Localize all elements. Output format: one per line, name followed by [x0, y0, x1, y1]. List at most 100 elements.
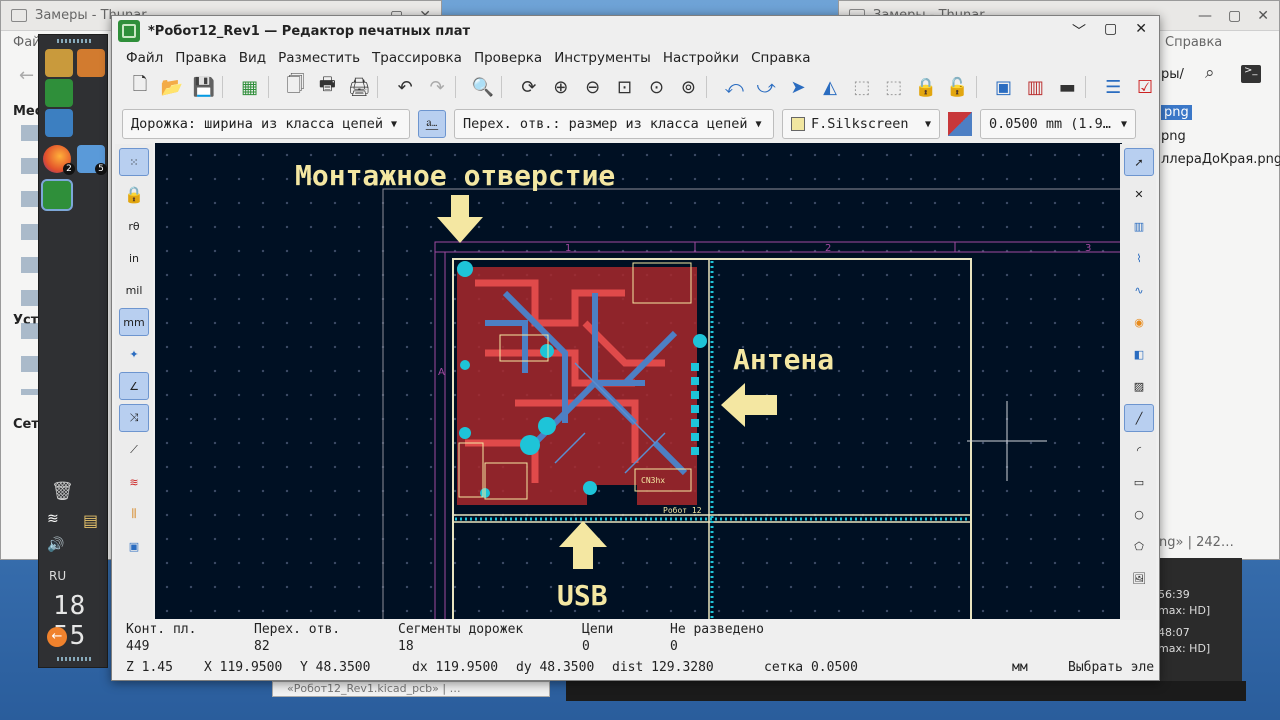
window-titlebar[interactable]: *Робот12_Rev1 — Редактор печатных плат ﹀…: [112, 16, 1159, 46]
rotate-ccw-icon[interactable]: ⤺: [720, 73, 748, 101]
rotate-cw-icon[interactable]: ⤻: [752, 73, 780, 101]
menu-preferences[interactable]: Настройки: [657, 50, 745, 66]
terminal-icon[interactable]: [45, 109, 73, 137]
close-button[interactable]: ✕: [1135, 21, 1147, 41]
home-icon[interactable]: [77, 49, 105, 77]
add-via-icon[interactable]: ◉: [1124, 308, 1154, 336]
find-icon[interactable]: 🔍: [469, 73, 497, 101]
redo-icon[interactable]: ↷: [423, 73, 451, 101]
appearance-panel-icon[interactable]: ▣: [119, 532, 149, 560]
mirror-icon[interactable]: ◭: [816, 73, 844, 101]
grid-toggle-icon[interactable]: ⁙: [119, 148, 149, 176]
net-colors-icon[interactable]: ≋: [119, 468, 149, 496]
wifi-icon[interactable]: ≋: [47, 511, 59, 527]
units-mil-button[interactable]: mil: [119, 276, 149, 304]
layer-pair-icon[interactable]: [948, 112, 972, 136]
grid-select[interactable]: 0.0500 mm (1.9… ▼: [980, 109, 1136, 139]
menu-tools[interactable]: Инструменты: [548, 50, 657, 66]
menu-inspect[interactable]: Проверка: [468, 50, 548, 66]
bg-right-path[interactable]: ры/: [1161, 67, 1184, 82]
add-footprint-icon[interactable]: ▥: [1124, 212, 1154, 240]
drc-icon[interactable]: ▣: [990, 73, 1018, 101]
bg-right-file-1[interactable]: png: [1161, 105, 1192, 120]
draw-polygon-icon[interactable]: ⬠: [1124, 532, 1154, 560]
menu-help[interactable]: Справка: [745, 50, 816, 66]
zoom-out-icon[interactable]: ⊖: [579, 73, 607, 101]
undo-icon[interactable]: ↶: [391, 73, 419, 101]
netlist-icon[interactable]: ☰: [1099, 73, 1127, 101]
add-rule-area-icon[interactable]: ▨: [1124, 372, 1154, 400]
zoom-in-icon[interactable]: ⊕: [547, 73, 575, 101]
curved-ratsnest-icon[interactable]: ⟋: [119, 436, 149, 464]
print-icon[interactable]: 🖶: [313, 73, 341, 101]
keyboard-layout[interactable]: RU: [49, 569, 66, 583]
tune-length-icon[interactable]: ∿: [1124, 276, 1154, 304]
angle-constraint-icon[interactable]: ∠: [119, 372, 149, 400]
polar-coords-icon[interactable]: rθ: [119, 212, 149, 240]
menu-route[interactable]: Трассировка: [366, 50, 468, 66]
new-board-icon[interactable]: 🗋: [126, 73, 154, 101]
add-zone-icon[interactable]: ◧: [1124, 340, 1154, 368]
via-size-select[interactable]: Перех. отв.: размер из класса цепей ▼: [454, 109, 774, 139]
add-image-icon[interactable]: 🖼: [1124, 564, 1154, 592]
menu-place[interactable]: Разместить: [272, 50, 366, 66]
local-ratsnest-icon[interactable]: ✕: [1124, 180, 1154, 208]
bg-right-file-3[interactable]: ллераДоКрая.png: [1161, 152, 1280, 167]
bg-left-back-icon[interactable]: ←: [19, 65, 34, 86]
track-width-select[interactable]: Дорожка: ширина из класса цепей ▼: [122, 109, 410, 139]
menu-edit[interactable]: Правка: [169, 50, 232, 66]
draw-line-icon[interactable]: ╱: [1124, 404, 1154, 432]
bg-right-file-2[interactable]: png: [1161, 129, 1186, 144]
ratsnest-icon[interactable]: ⤨: [119, 404, 149, 432]
footprint-library-icon[interactable]: ▥: [1021, 73, 1049, 101]
open-icon[interactable]: 📂: [158, 73, 186, 101]
dock-grip-bottom[interactable]: [57, 657, 91, 661]
select-tool-icon[interactable]: ➚: [1124, 148, 1154, 176]
menu-file[interactable]: Файл: [120, 50, 169, 66]
zoom-fit-icon[interactable]: ⊡: [611, 73, 639, 101]
zoom-selection-icon[interactable]: ⊚: [674, 73, 702, 101]
menu-view[interactable]: Вид: [233, 50, 272, 66]
check-icon[interactable]: ☑: [1131, 73, 1159, 101]
plot-icon[interactable]: 🖨: [345, 73, 373, 101]
clipboard-icon[interactable]: ▤: [83, 511, 98, 530]
layer-select[interactable]: F.Silkscreen ▼: [782, 109, 940, 139]
unlock-icon[interactable]: 🔓: [944, 73, 972, 101]
auto-track-width-icon[interactable]: ⎁: [418, 110, 446, 138]
draw-arc-icon[interactable]: ◜: [1124, 436, 1154, 464]
video-item[interactable]: 48:07: [1158, 626, 1190, 639]
cursor-shape-icon[interactable]: ✦: [119, 340, 149, 368]
flip-icon[interactable]: ➤: [784, 73, 812, 101]
draw-circle-icon[interactable]: ○: [1124, 500, 1154, 528]
bg-right-menu-help[interactable]: Справка: [1165, 35, 1222, 50]
volume-icon[interactable]: 🔊: [47, 537, 64, 553]
zoom-objects-icon[interactable]: ⊙: [643, 73, 671, 101]
logout-icon[interactable]: ←: [47, 627, 67, 647]
route-track-icon[interactable]: ⌇: [1124, 244, 1154, 272]
search-icon[interactable]: ⌕: [1205, 63, 1215, 83]
trash-icon[interactable]: 🗑: [51, 481, 74, 502]
bg-right-controls[interactable]: — ▢ ✕: [1198, 8, 1269, 24]
minimize-button[interactable]: ﹀: [1072, 21, 1086, 41]
pcb-app-icon[interactable]: [45, 79, 73, 107]
draw-rectangle-icon[interactable]: ▭: [1124, 468, 1154, 496]
page-settings-icon[interactable]: 🗍: [282, 73, 310, 101]
units-inch-button[interactable]: in: [119, 244, 149, 272]
drc-lock-icon[interactable]: 🔒: [119, 180, 149, 208]
maximize-button[interactable]: ▢: [1104, 21, 1117, 41]
save-icon[interactable]: 💾: [190, 73, 218, 101]
ungroup-icon[interactable]: ⬚: [880, 73, 908, 101]
pcb-app-icon-active[interactable]: [41, 179, 73, 211]
pcb-canvas[interactable]: 1 2 3 A Робот 12 CN3hx Монтажное отверст…: [155, 143, 1122, 619]
terminal-icon[interactable]: >_: [1241, 65, 1261, 83]
footprint-editor-icon[interactable]: ▬: [1053, 73, 1081, 101]
highlight-net-icon[interactable]: ⫼: [119, 500, 149, 528]
dock-grip[interactable]: [57, 39, 91, 43]
refresh-icon[interactable]: ⟳: [515, 73, 543, 101]
video-item[interactable]: 56:39: [1158, 588, 1190, 601]
board-setup-icon[interactable]: ▦: [236, 73, 264, 101]
units-mm-button[interactable]: mm: [119, 308, 149, 336]
lock-icon[interactable]: 🔒: [912, 73, 940, 101]
group-icon[interactable]: ⬚: [848, 73, 876, 101]
app-launcher-icon[interactable]: [45, 49, 73, 77]
